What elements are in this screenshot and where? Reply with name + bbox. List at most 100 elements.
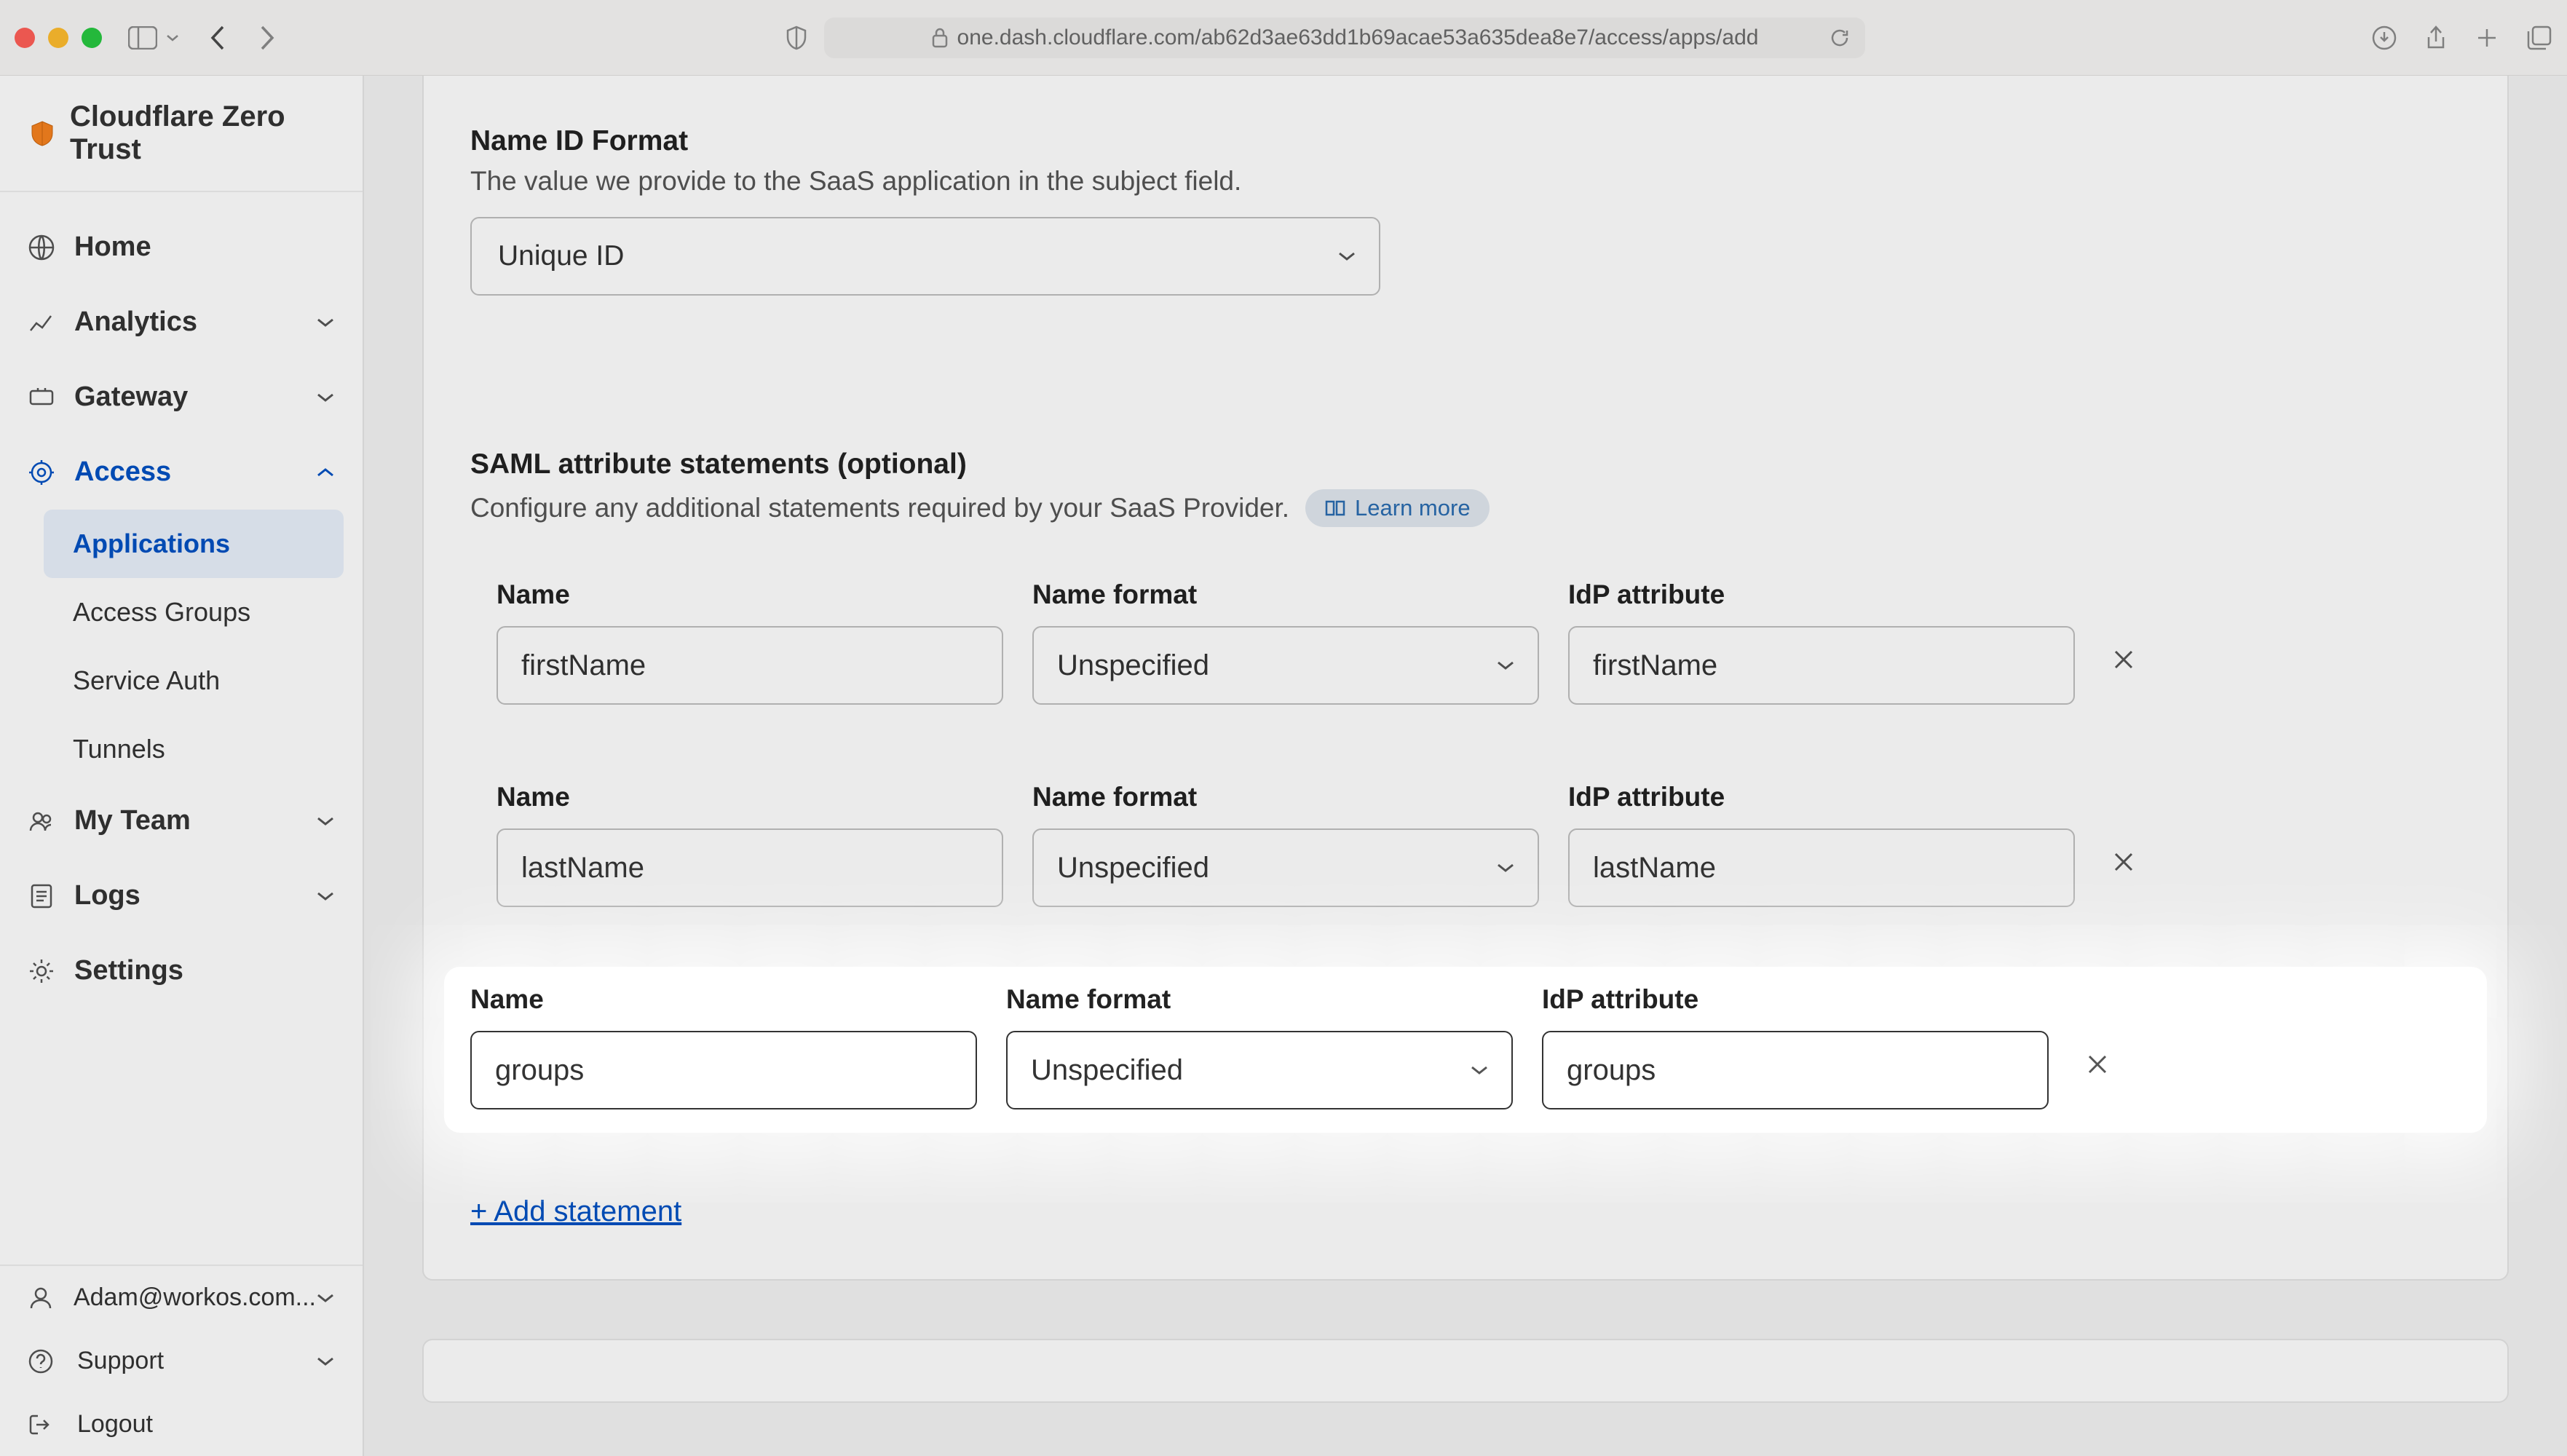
saml-statement-row: Name Name format Unspecified IdP attribu… bbox=[470, 764, 2461, 930]
share-icon[interactable] bbox=[2424, 24, 2448, 52]
remove-statement-button[interactable] bbox=[2104, 640, 2143, 679]
nav-settings[interactable]: Settings bbox=[0, 933, 363, 1008]
footer-user[interactable]: Adam@workos.com... bbox=[0, 1266, 363, 1329]
saml-section: SAML attribute statements (optional) Con… bbox=[470, 448, 2461, 1228]
label-idp: IdP attribute bbox=[1568, 579, 2075, 610]
chevron-down-icon bbox=[316, 890, 335, 902]
format-select[interactable]: Unspecified bbox=[1032, 828, 1539, 907]
browser-chrome: one.dash.cloudflare.com/ab62d3ae63dd1b69… bbox=[0, 0, 2567, 76]
nav-access-label: Access bbox=[74, 456, 171, 488]
download-icon[interactable] bbox=[2372, 25, 2397, 50]
format-select[interactable]: Unspecified bbox=[1006, 1031, 1513, 1109]
team-icon bbox=[28, 807, 58, 835]
label-format: Name format bbox=[1006, 984, 1513, 1015]
shield-icon[interactable] bbox=[783, 25, 810, 51]
label-name: Name bbox=[470, 984, 977, 1015]
saml-desc: Configure any additional statements requ… bbox=[470, 493, 1289, 523]
analytics-icon bbox=[28, 309, 58, 336]
config-card: Name ID Format The value we provide to t… bbox=[422, 76, 2509, 1281]
format-select[interactable]: Unspecified bbox=[1032, 626, 1539, 705]
gear-icon bbox=[28, 957, 58, 985]
chevron-down-icon bbox=[316, 1292, 335, 1304]
label-name: Name bbox=[497, 579, 1003, 610]
tabs-icon[interactable] bbox=[2526, 25, 2552, 51]
nav-access[interactable]: Access bbox=[0, 435, 363, 510]
nav-logs[interactable]: Logs bbox=[0, 858, 363, 933]
subnav-tunnels[interactable]: Tunnels bbox=[44, 715, 344, 783]
gateway-icon bbox=[28, 384, 58, 411]
brand-text: Cloudflare Zero Trust bbox=[70, 100, 335, 166]
cloudflare-logo-icon bbox=[28, 119, 57, 148]
footer-support-label: Support bbox=[77, 1347, 164, 1375]
name-input[interactable] bbox=[497, 626, 1003, 705]
forward-button[interactable] bbox=[258, 24, 277, 52]
label-format: Name format bbox=[1032, 579, 1539, 610]
globe-icon bbox=[28, 234, 58, 261]
chevron-up-icon bbox=[316, 467, 335, 478]
url-text: one.dash.cloudflare.com/ab62d3ae63dd1b69… bbox=[957, 25, 1759, 50]
subnav-service-auth[interactable]: Service Auth bbox=[44, 646, 344, 715]
close-window[interactable] bbox=[15, 28, 35, 48]
subnav-applications[interactable]: Applications bbox=[44, 510, 344, 578]
traffic-lights bbox=[15, 28, 102, 48]
label-idp: IdP attribute bbox=[1568, 782, 2075, 812]
nav-gateway[interactable]: Gateway bbox=[0, 360, 363, 435]
remove-statement-button[interactable] bbox=[2104, 842, 2143, 882]
footer-user-label: Adam@workos.com... bbox=[74, 1283, 316, 1312]
book-icon bbox=[1324, 499, 1346, 518]
nameid-value: Unique ID bbox=[498, 240, 624, 272]
name-input[interactable] bbox=[470, 1031, 977, 1109]
user-icon bbox=[28, 1285, 55, 1311]
nav-settings-label: Settings bbox=[74, 955, 183, 986]
access-icon bbox=[28, 459, 58, 486]
sidebar-toggle-icon[interactable] bbox=[128, 26, 157, 50]
main-content: Name ID Format The value we provide to t… bbox=[364, 76, 2567, 1456]
sidebar: Cloudflare Zero Trust Home Analytics Gat… bbox=[0, 76, 364, 1456]
nav-my-team-label: My Team bbox=[74, 805, 191, 836]
saml-statement-row: Name Name format Unspecified IdP attribu… bbox=[444, 967, 2487, 1133]
address-bar[interactable]: one.dash.cloudflare.com/ab62d3ae63dd1b69… bbox=[824, 17, 1865, 58]
learn-more-link[interactable]: Learn more bbox=[1305, 489, 1490, 527]
nameid-desc: The value we provide to the SaaS applica… bbox=[470, 166, 2461, 197]
saml-statement-row: Name Name format Unspecified IdP attribu… bbox=[470, 562, 2461, 728]
nameid-select[interactable]: Unique ID bbox=[470, 217, 1380, 296]
label-name: Name bbox=[497, 782, 1003, 812]
nav-logs-label: Logs bbox=[74, 880, 141, 911]
logs-icon bbox=[28, 882, 58, 910]
brand: Cloudflare Zero Trust bbox=[0, 76, 363, 192]
minimize-window[interactable] bbox=[48, 28, 68, 48]
nav-home[interactable]: Home bbox=[0, 210, 363, 285]
nav-analytics[interactable]: Analytics bbox=[0, 285, 363, 360]
idp-input[interactable] bbox=[1542, 1031, 2049, 1109]
logout-icon bbox=[28, 1412, 58, 1438]
subnav-access-groups[interactable]: Access Groups bbox=[44, 578, 344, 646]
footer-logout[interactable]: Logout bbox=[0, 1393, 363, 1456]
lock-icon bbox=[931, 27, 949, 49]
remove-statement-button[interactable] bbox=[2078, 1045, 2117, 1084]
back-button[interactable] bbox=[208, 24, 227, 52]
chevron-down-icon bbox=[316, 392, 335, 403]
add-statement-link[interactable]: + Add statement bbox=[470, 1195, 681, 1228]
chevron-down-icon bbox=[316, 317, 335, 328]
saml-title: SAML attribute statements (optional) bbox=[470, 448, 2461, 480]
chevron-down-icon bbox=[316, 1356, 335, 1367]
nav-my-team[interactable]: My Team bbox=[0, 783, 363, 858]
new-tab-icon[interactable] bbox=[2475, 26, 2499, 50]
chevron-down-icon bbox=[316, 815, 335, 827]
maximize-window[interactable] bbox=[82, 28, 102, 48]
caret-down-icon bbox=[1337, 250, 1357, 263]
chevron-down-icon[interactable] bbox=[166, 33, 179, 42]
help-icon bbox=[28, 1348, 58, 1374]
idp-input[interactable] bbox=[1568, 828, 2075, 907]
idp-input[interactable] bbox=[1568, 626, 2075, 705]
caret-down-icon bbox=[1495, 861, 1516, 874]
reload-icon[interactable] bbox=[1829, 27, 1851, 49]
label-format: Name format bbox=[1032, 782, 1539, 812]
footer-logout-label: Logout bbox=[77, 1410, 153, 1439]
footer-support[interactable]: Support bbox=[0, 1329, 363, 1393]
nameid-title: Name ID Format bbox=[470, 125, 2461, 157]
name-input[interactable] bbox=[497, 828, 1003, 907]
nav-home-label: Home bbox=[74, 232, 151, 263]
caret-down-icon bbox=[1469, 1064, 1490, 1077]
nav-gateway-label: Gateway bbox=[74, 381, 188, 413]
